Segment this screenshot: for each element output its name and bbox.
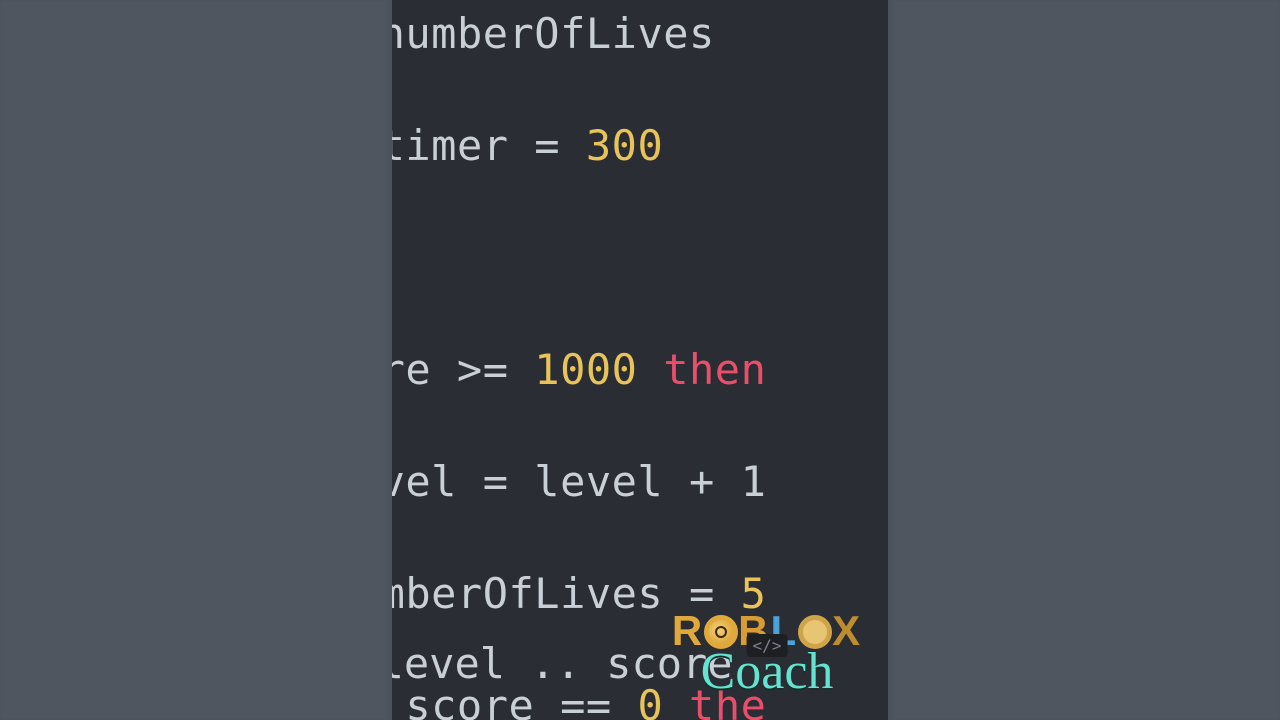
code-line: l timer = 300: [392, 118, 766, 174]
code-line: numberOfLives = 5: [392, 566, 766, 622]
code-line-footer: t(level .. score: [392, 636, 733, 692]
code-editor-viewport: l numberOfLives l timer = 300 core >= 10…: [392, 0, 888, 720]
pillarbox-right: [890, 0, 1280, 720]
code-block: l numberOfLives l timer = 300 core >= 10…: [392, 0, 766, 720]
code-line: level = level + 1: [392, 454, 766, 510]
code-line: core >= 1000 then: [392, 342, 766, 398]
code-line: l numberOfLives: [392, 6, 766, 62]
pillarbox-left: [0, 0, 390, 720]
